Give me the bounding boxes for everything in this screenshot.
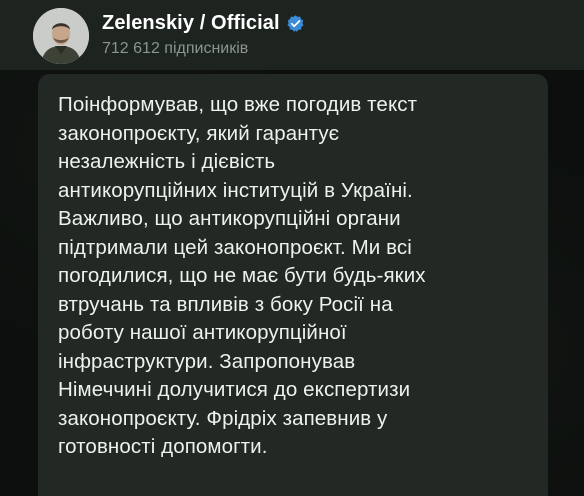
- message-text: Поінформував, що вже погодив текст закон…: [58, 91, 528, 462]
- message-line: Німеччині долучитися до експертизи: [58, 378, 411, 401]
- message-line: готовності допомогти.: [58, 435, 268, 458]
- message-line: інфраструктури. Запропонував: [58, 349, 356, 373]
- message-line: підтримали цей законопроєкт. Ми всі: [58, 235, 412, 259]
- message-line: законопроєкту, який гарантує: [58, 121, 340, 145]
- message-line: втручань та впливів з боку Росії на: [58, 292, 393, 316]
- message-line: Поінформував, що вже погодив текст: [58, 93, 418, 116]
- avatar[interactable]: [33, 8, 89, 64]
- channel-title-row[interactable]: Zelenskiy / Official: [102, 10, 305, 36]
- channel-header[interactable]: Zelenskiy / Official 712 612 підписників: [0, 0, 584, 70]
- message-line: незалежність і дієвість: [58, 150, 276, 173]
- channel-name: Zelenskiy / Official: [102, 11, 280, 34]
- verified-badge-icon: [287, 14, 304, 32]
- message-line: антикорупційних інституцій в Україні.: [58, 178, 413, 202]
- message-line: Важливо, що антикорупційні органи: [58, 207, 401, 230]
- subscriber-count: 712 612 підписників: [102, 40, 249, 57]
- message-line: погодилися, що не має бути будь-яких: [58, 264, 426, 287]
- message-line: роботу нашої антикорупційної: [58, 321, 347, 344]
- message-line: законопроєкту. Фрідріх запевнив у: [58, 406, 388, 430]
